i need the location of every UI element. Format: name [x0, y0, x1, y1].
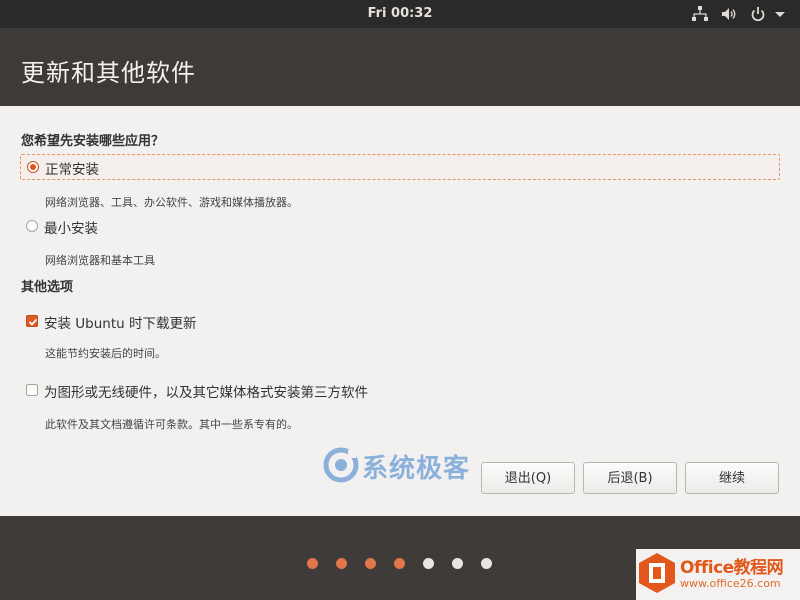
progress-dot: [452, 558, 463, 569]
checkbox-checked-icon[interactable]: [26, 315, 38, 327]
radio-minimal-install[interactable]: 最小安装: [20, 214, 780, 240]
office-logo-icon: [639, 553, 675, 593]
radio-label: 最小安装: [44, 221, 98, 237]
progress-dot: [336, 558, 347, 569]
radio-normal-install[interactable]: 正常安装: [20, 154, 780, 180]
main-content: 您希望先安装哪些应用？ 正常安装 网络浏览器、工具、办公软件、游戏和媒体播放器。…: [0, 106, 800, 516]
progress-dot: [394, 558, 405, 569]
site-badge: Office教程网 www.office26.com: [636, 549, 800, 600]
volume-icon[interactable]: [720, 5, 738, 23]
page-title: 更新和其他软件: [21, 59, 196, 87]
checkbox-third-party[interactable]: 为图形或无线硬件，以及其它媒体格式安装第三方软件: [20, 378, 780, 404]
option-description: 网络浏览器、工具、办公软件、游戏和媒体播放器。: [45, 196, 298, 209]
radio-unselected-icon[interactable]: [26, 220, 38, 232]
menu-arrow-icon[interactable]: [773, 5, 787, 23]
option-description: 网络浏览器和基本工具: [45, 254, 155, 267]
top-panel: Fri 00:32: [0, 0, 800, 28]
power-icon[interactable]: [749, 5, 767, 23]
checkbox-label: 安装 Ubuntu 时下载更新: [44, 316, 197, 332]
checkbox-label: 为图形或无线硬件，以及其它媒体格式安装第三方软件: [44, 385, 368, 401]
clock[interactable]: Fri 00:32: [0, 0, 800, 28]
network-icon[interactable]: [691, 5, 709, 23]
badge-title: Office教程网: [680, 558, 784, 578]
checkbox-unchecked-icon[interactable]: [26, 384, 38, 396]
header: 更新和其他软件: [0, 28, 800, 106]
badge-url: www.office26.com: [680, 577, 781, 590]
other-options-title: 其他选项: [21, 280, 74, 295]
radio-selected-icon[interactable]: [27, 161, 39, 173]
progress-dot: [481, 558, 492, 569]
progress-dot: [423, 558, 434, 569]
watermark-logo-icon: [323, 447, 359, 483]
continue-button[interactable]: 继续: [685, 462, 779, 494]
option-description: 此软件及其文档遵循许可条款。其中一些系专有的。: [45, 418, 298, 431]
checkbox-download-updates[interactable]: 安装 Ubuntu 时下载更新: [20, 309, 780, 335]
radio-label: 正常安装: [45, 162, 99, 178]
progress-dot: [365, 558, 376, 569]
quit-button[interactable]: 退出(Q): [481, 462, 575, 494]
progress-dot: [307, 558, 318, 569]
back-button[interactable]: 后退(B): [583, 462, 677, 494]
question-title: 您希望先安装哪些应用？: [21, 134, 165, 149]
option-description: 这能节约安装后的时间。: [45, 347, 166, 360]
watermark: 系统极客: [322, 444, 502, 484]
watermark-text: 系统极客: [362, 454, 471, 484]
